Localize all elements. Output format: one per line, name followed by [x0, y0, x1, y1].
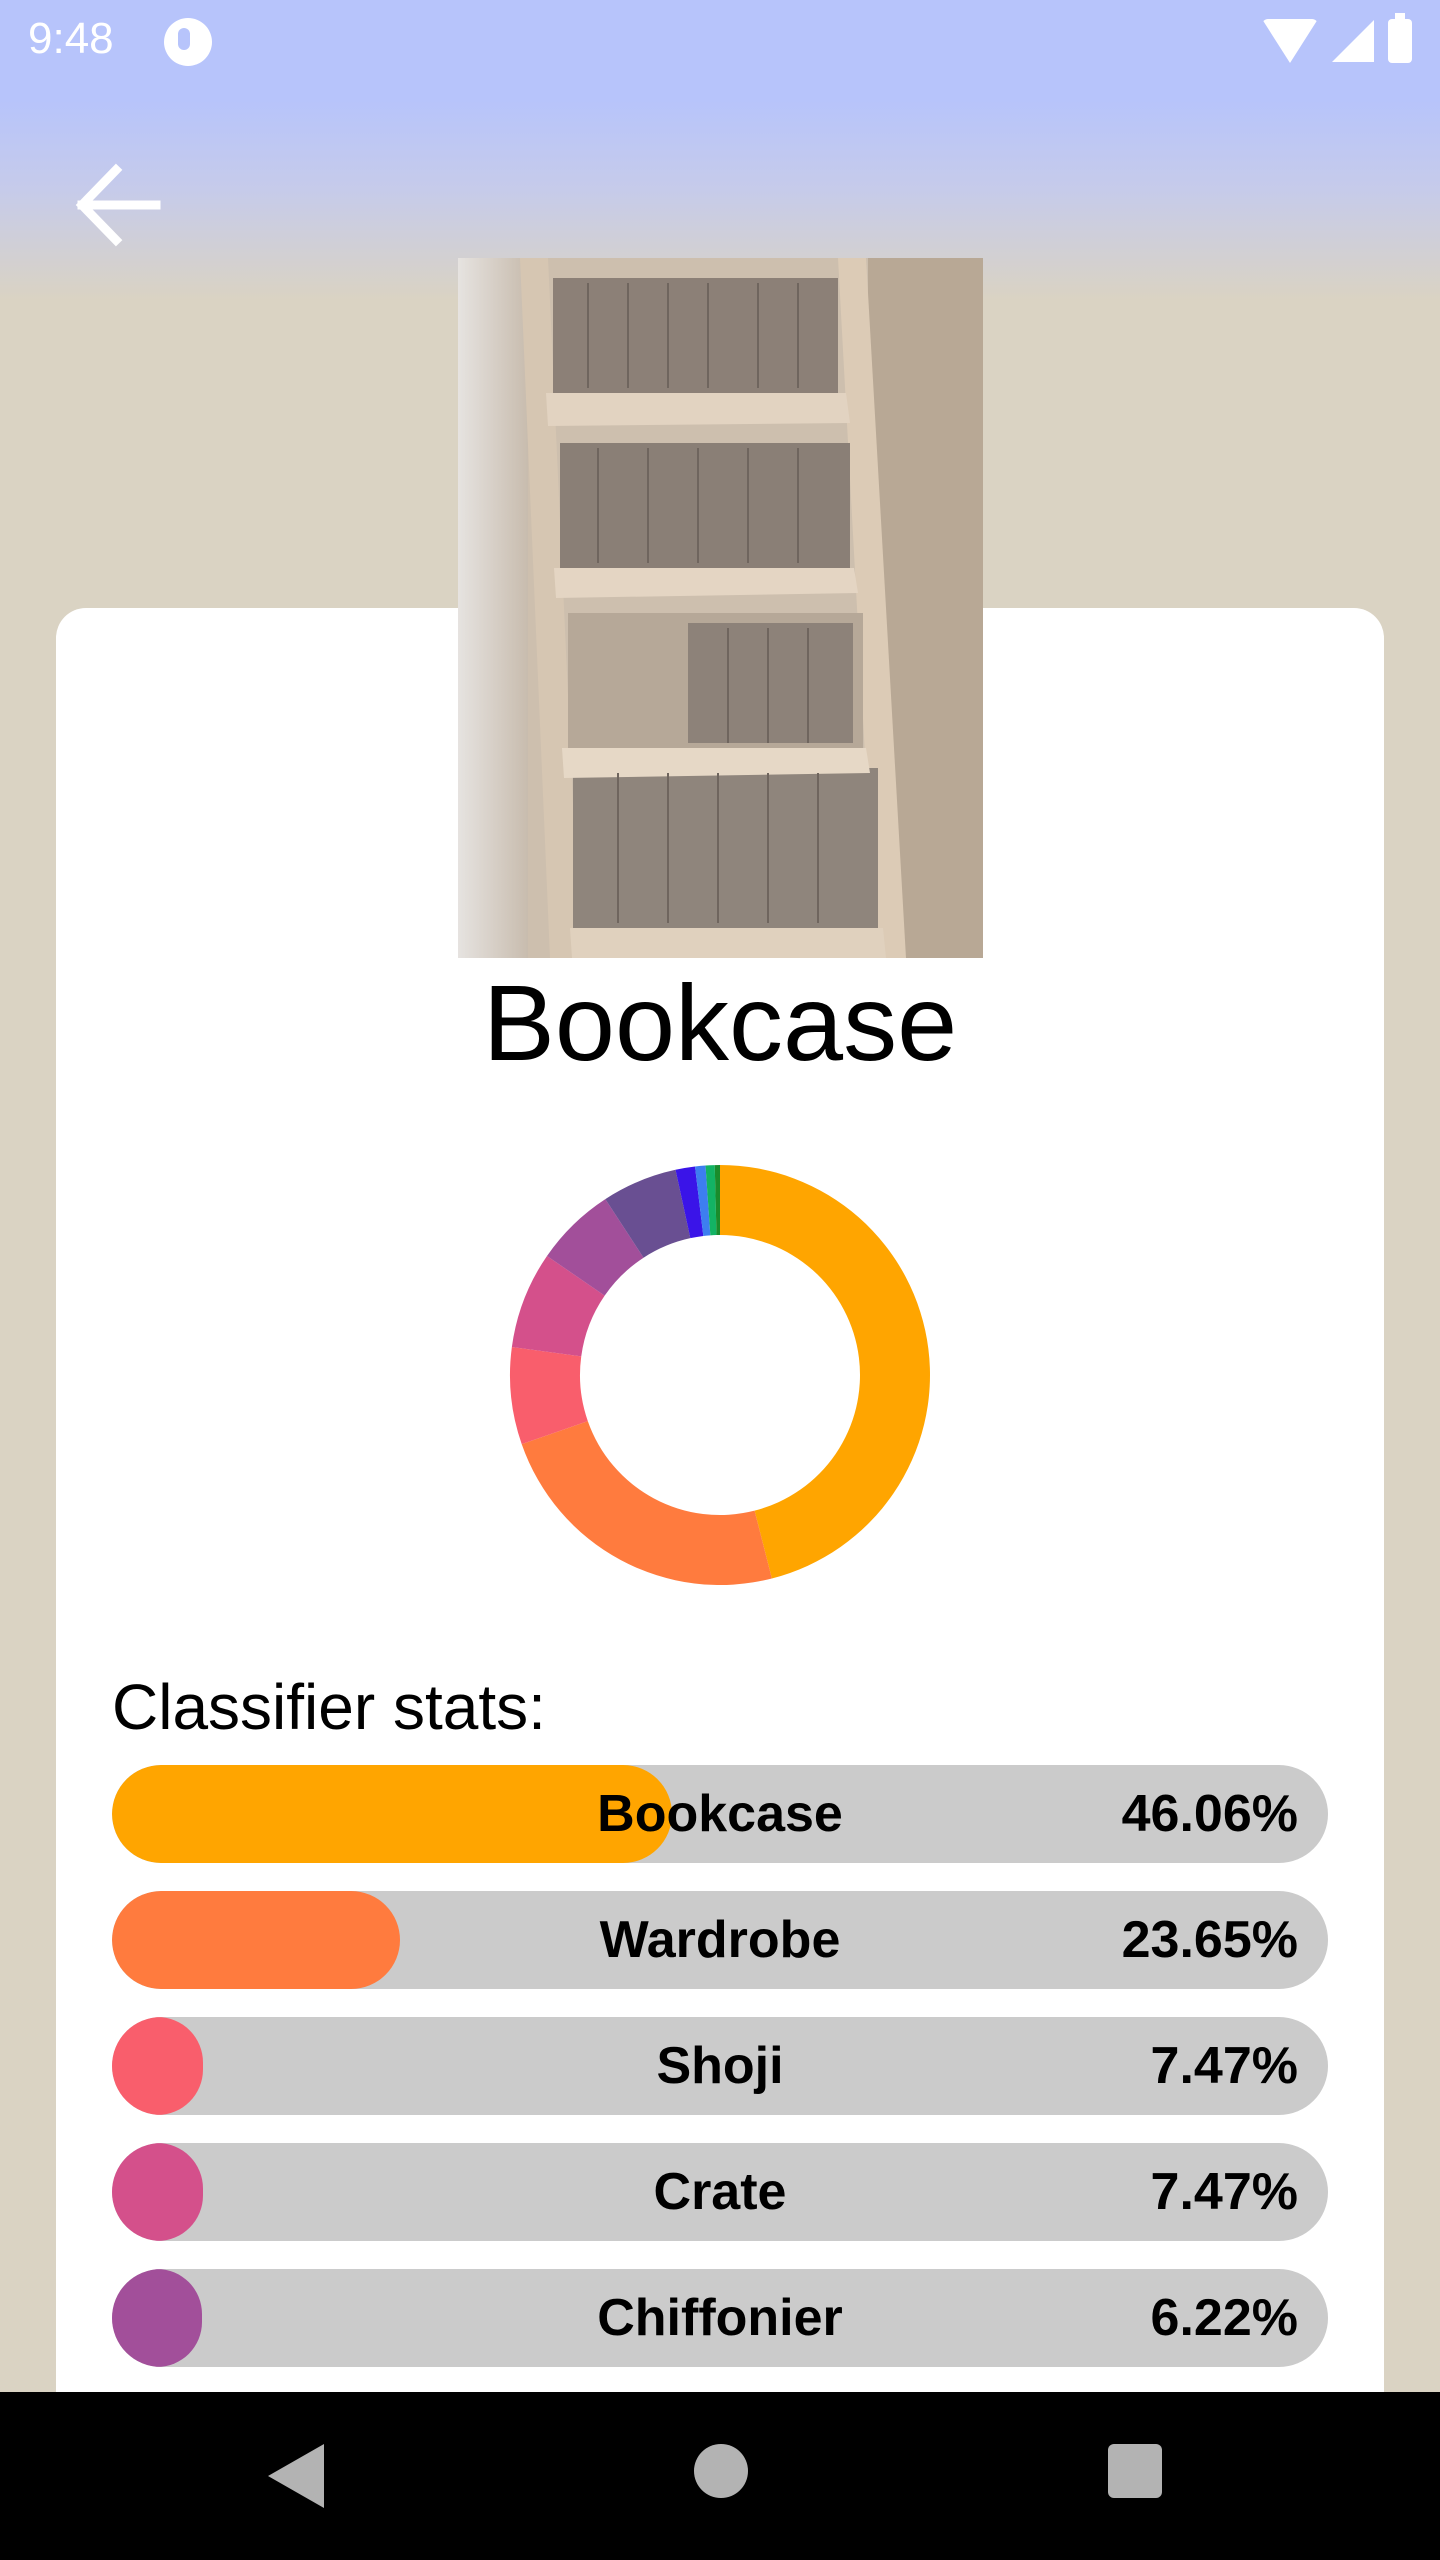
stat-row-crate: Crate 7.47% [112, 2143, 1328, 2241]
predicted-label: Bookcase [482, 962, 958, 1083]
stat-row-chiffonier: Chiffonier 6.22% [112, 2269, 1328, 2367]
nav-recents-icon[interactable] [1108, 2444, 1162, 2498]
prediction-donut-chart [510, 1165, 931, 1585]
nav-back-icon[interactable] [268, 2444, 324, 2508]
status-icons [1262, 13, 1412, 66]
stats-heading: Classifier stats: [112, 1671, 546, 1743]
stat-percent: 23.65% [1121, 1911, 1298, 1969]
stat-percent: 6.22% [1150, 2289, 1298, 2347]
stat-label: Crate [653, 2163, 787, 2221]
donut-slice-1 [521, 1421, 772, 1585]
cell-signal-icon [1332, 20, 1374, 62]
nav-home-icon[interactable] [694, 2444, 748, 2498]
stat-percent: 46.06% [1121, 1785, 1298, 1843]
app-notification-icon [164, 18, 212, 66]
stat-row-shoji: Shoji 7.47% [112, 2017, 1328, 2115]
stat-row-wardrobe: Wardrobe 23.65% [112, 1891, 1328, 1989]
status-time: 9:48 [28, 14, 114, 63]
system-nav-bar [0, 2392, 1440, 2560]
stat-label: Shoji [656, 2037, 784, 2095]
battery-icon [1388, 13, 1412, 63]
arrow-left-icon [75, 163, 161, 247]
wifi-icon [1262, 19, 1318, 63]
stat-percent: 7.47% [1150, 2163, 1298, 2221]
back-button[interactable] [62, 150, 172, 260]
stat-label: Chiffonier [597, 2289, 843, 2347]
stat-row-bookcase: Bookcase 46.06% [112, 1765, 1328, 1863]
stats-list: Bookcase 46.06% Wardrobe 23.65% Shoji 7.… [112, 1765, 1328, 2395]
classified-photo [458, 258, 983, 958]
status-bar: 9:48 [0, 0, 1440, 84]
bookcase-photo-illustration [458, 258, 983, 958]
stat-percent: 7.47% [1150, 2037, 1298, 2095]
